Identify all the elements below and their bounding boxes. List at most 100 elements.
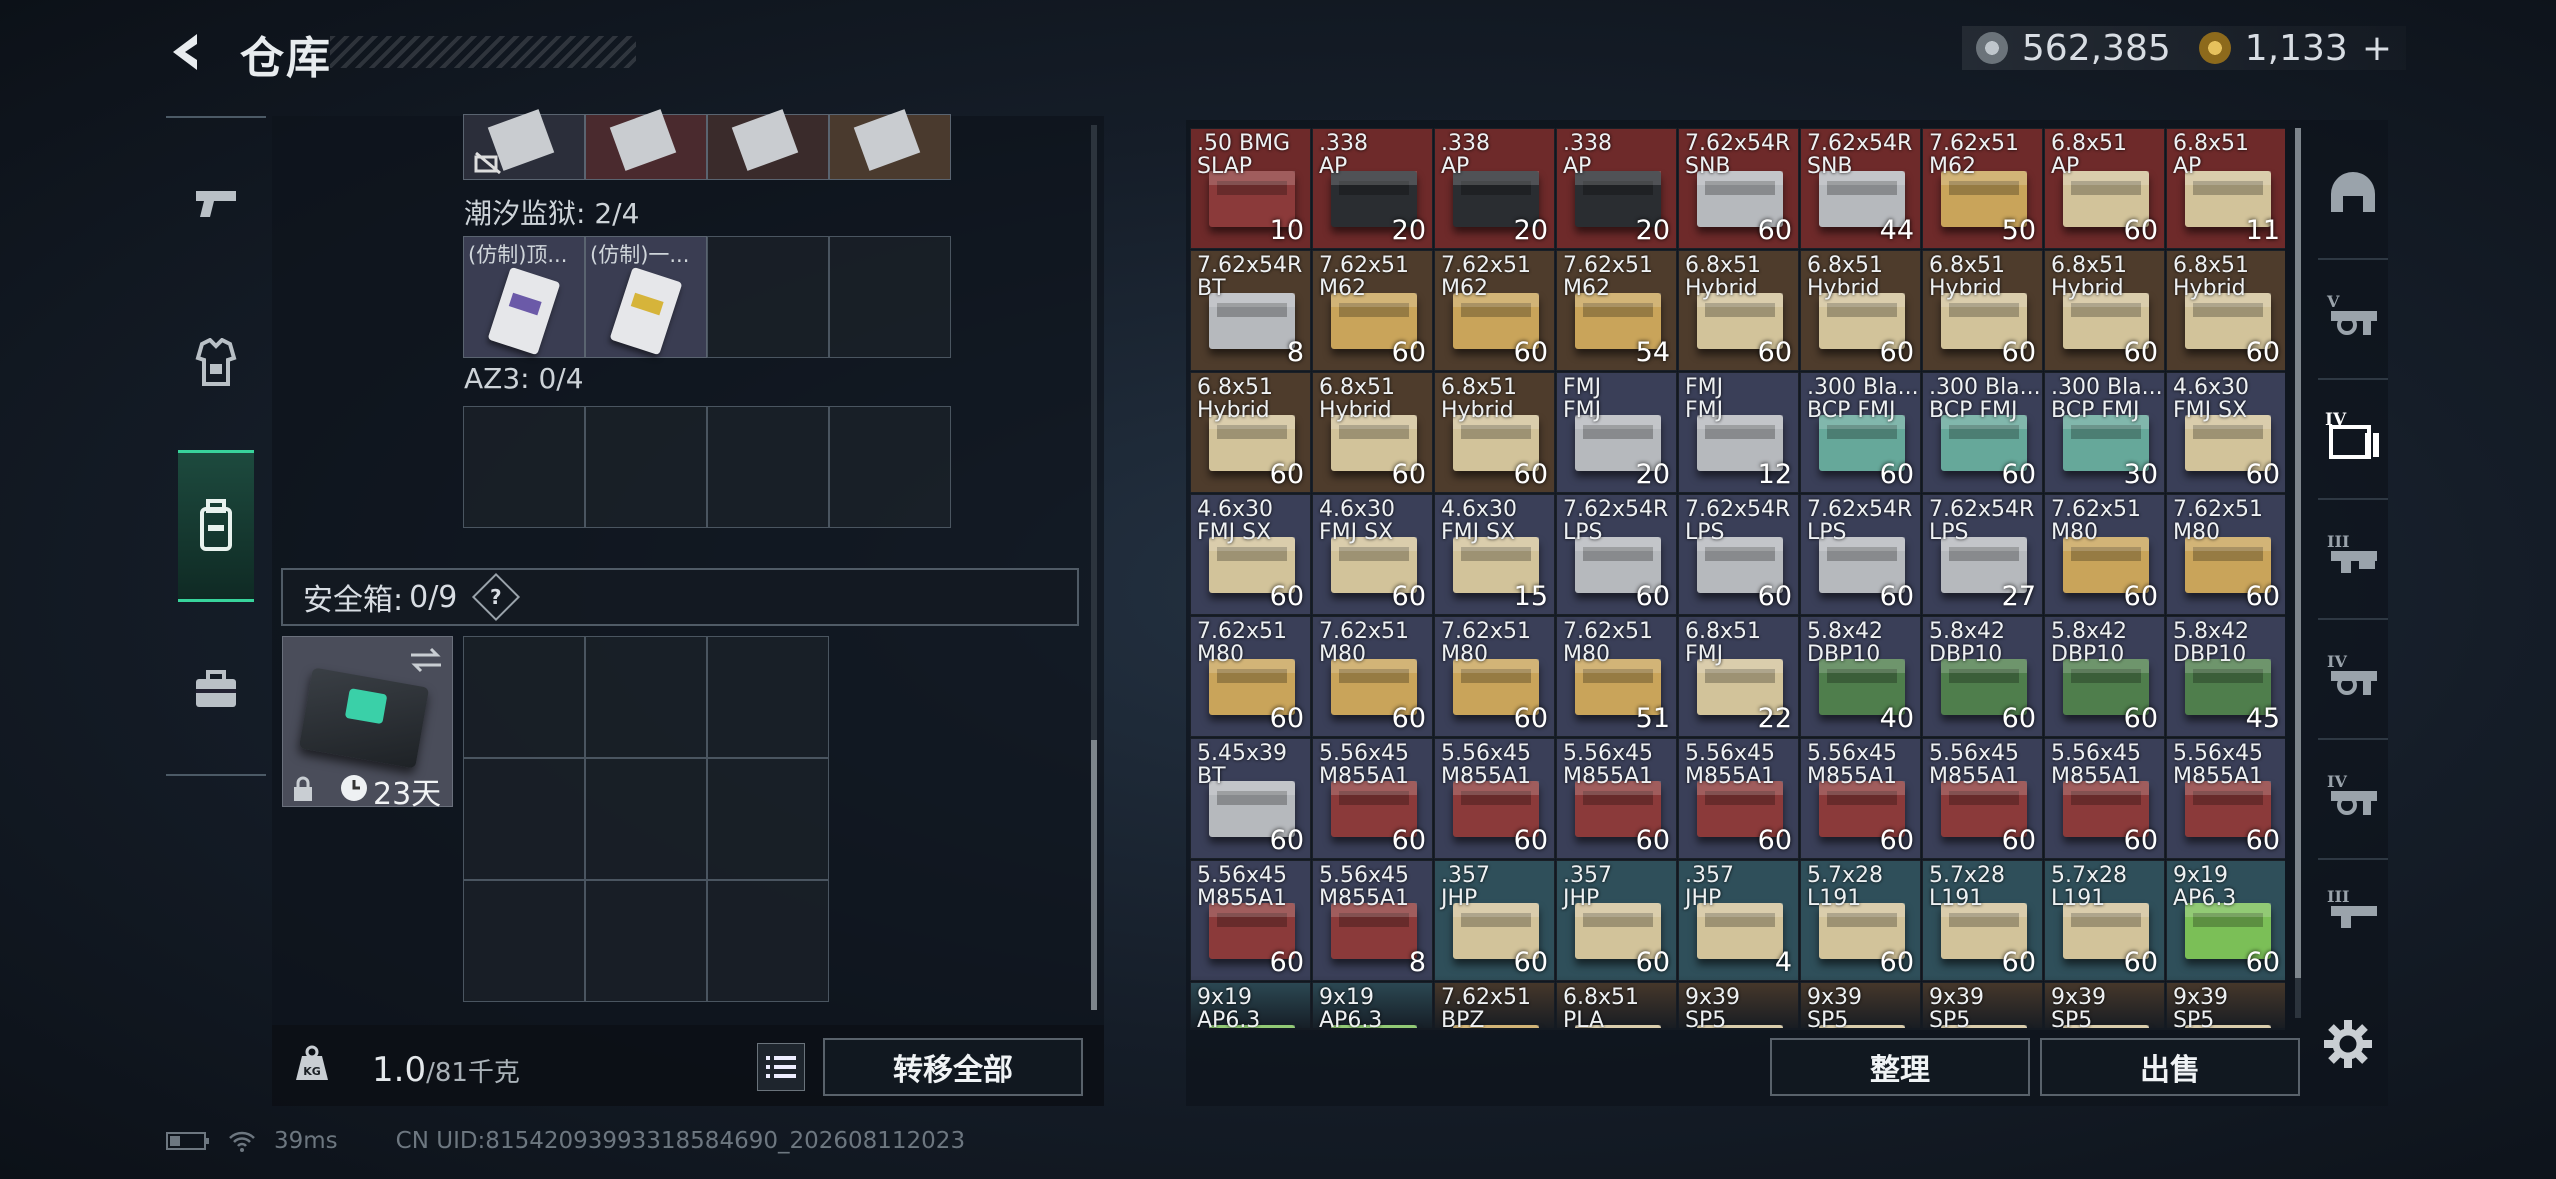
ammo-slot[interactable]: 6.8x51 Hybrid 60: [2166, 250, 2285, 371]
empty-slot[interactable]: [829, 236, 951, 358]
ammo-slot[interactable]: 5.45x39 BT 60: [1190, 738, 1311, 859]
ammo-slot[interactable]: .357 JHP 4: [1678, 860, 1799, 981]
ammo-slot[interactable]: 6.8x51 Hybrid 60: [1922, 250, 2043, 371]
inventory-slot[interactable]: [585, 109, 707, 180]
ammo-slot[interactable]: .357 JHP 60: [1556, 860, 1677, 981]
ammo-slot[interactable]: 5.56x45 M855A1 60: [2166, 738, 2285, 859]
ammo-slot[interactable]: 7.62x54R LPS 60: [1556, 494, 1677, 615]
filter-rifle-v[interactable]: V: [2318, 258, 2388, 368]
empty-slot[interactable]: [585, 406, 707, 528]
safe-slot[interactable]: [585, 636, 707, 758]
safe-slot[interactable]: [463, 636, 585, 758]
list-view-button[interactable]: [757, 1043, 805, 1091]
ammo-slot[interactable]: 6.8x51 FMJ 22: [1678, 616, 1799, 737]
empty-slot[interactable]: [463, 406, 585, 528]
ammo-slot[interactable]: 4.6x30 FMJ SX 15: [1434, 494, 1555, 615]
ammo-slot[interactable]: 5.7x28 L191 60: [1800, 860, 1921, 981]
ammo-slot[interactable]: 9x19 AP6.3 60: [2166, 860, 2285, 981]
ammo-slot[interactable]: 5.8x42 DBP10 60: [2044, 616, 2165, 737]
ammo-slot[interactable]: 7.62x51 M62 60: [1434, 250, 1555, 371]
ammo-slot[interactable]: 6.8x51 Hybrid 60: [1434, 372, 1555, 493]
ammo-slot[interactable]: 5.56x45 M855A1 60: [1922, 738, 2043, 859]
ammo-slot[interactable]: 5.56x45 M855A1 60: [2044, 738, 2165, 859]
ammo-slot[interactable]: 7.62x54R SNB 44: [1800, 128, 1921, 249]
ammo-slot[interactable]: 6.8x51 Hybrid 60: [1678, 250, 1799, 371]
ammo-slot[interactable]: 5.56x45 M855A1 60: [1190, 860, 1311, 981]
safe-slot[interactable]: [707, 758, 829, 880]
help-button[interactable]: ?: [472, 572, 521, 622]
ammo-slot[interactable]: 7.62x51 M80 60: [2044, 494, 2165, 615]
filter-helmet[interactable]: [2318, 138, 2388, 248]
ammo-slot[interactable]: 6.8x51 AP 11: [2166, 128, 2285, 249]
inventory-slot-tidal-1[interactable]: (仿制)顶...: [463, 236, 585, 358]
ammo-slot[interactable]: .300 Bla... BCP FMJ 60: [1800, 372, 1921, 493]
ammo-slot[interactable]: 5.56x45 M855A1 60: [1556, 738, 1677, 859]
ammo-slot[interactable]: .300 Bla... BCP FMJ 60: [1922, 372, 2043, 493]
ammo-slot[interactable]: 7.62x54R LPS 60: [1678, 494, 1799, 615]
empty-slot[interactable]: [829, 406, 951, 528]
safe-slot[interactable]: [707, 636, 829, 758]
ammo-slot[interactable]: 7.62x51 M80 60: [1434, 616, 1555, 737]
rail-tab-armor[interactable]: [166, 288, 266, 438]
ammo-slot[interactable]: 5.7x28 L191 60: [2044, 860, 2165, 981]
ammo-slot[interactable]: .300 Bla... BCP FMJ 30: [2044, 372, 2165, 493]
settings-gear-icon[interactable]: [2320, 1016, 2376, 1072]
filter-rifle-iii-2[interactable]: III: [2318, 858, 2388, 958]
safe-slot[interactable]: [707, 880, 829, 1002]
inventory-slot[interactable]: [829, 109, 951, 180]
ammo-slot[interactable]: 7.62x51 M80 51: [1556, 616, 1677, 737]
ammo-slot[interactable]: 7.62x51 M62 50: [1922, 128, 2043, 249]
filter-rifle-iii[interactable]: III: [2318, 498, 2388, 608]
ammo-slot[interactable]: 6.8x51 Hybrid 60: [1800, 250, 1921, 371]
empty-slot[interactable]: [707, 236, 829, 358]
add-currency-button[interactable]: +: [2362, 28, 2392, 69]
ammo-slot[interactable]: 5.56x45 M855A1 60: [1678, 738, 1799, 859]
ammo-slot[interactable]: 7.62x54R LPS 60: [1800, 494, 1921, 615]
right-scrollbar-thumb[interactable]: [2295, 128, 2301, 978]
ammo-slot[interactable]: 5.56x45 M855A1 60: [1312, 738, 1433, 859]
back-button[interactable]: [165, 28, 213, 76]
ammo-slot[interactable]: .357 JHP 60: [1434, 860, 1555, 981]
sell-button[interactable]: 出售: [2040, 1038, 2300, 1096]
inventory-slot-tidal-2[interactable]: (仿制)一...: [585, 236, 707, 358]
ammo-slot[interactable]: .338 AP 20: [1556, 128, 1677, 249]
ammo-slot[interactable]: FMJ FMJ 20: [1556, 372, 1677, 493]
safe-slot[interactable]: [585, 758, 707, 880]
ammo-slot[interactable]: 7.62x51 M80 60: [1190, 616, 1311, 737]
safe-box-item[interactable]: 23天: [282, 636, 453, 812]
ammo-slot[interactable]: FMJ FMJ 12: [1678, 372, 1799, 493]
ammo-slot[interactable]: 5.8x42 DBP10 40: [1800, 616, 1921, 737]
ammo-slot[interactable]: 7.62x51 M80 60: [2166, 494, 2285, 615]
ammo-slot[interactable]: 7.62x51 M80 60: [1312, 616, 1433, 737]
ammo-slot[interactable]: .338 AP 20: [1434, 128, 1555, 249]
ammo-slot[interactable]: 6.8x51 Hybrid 60: [1312, 372, 1433, 493]
ammo-slot[interactable]: .50 BMG SLAP 10: [1190, 128, 1311, 249]
ammo-slot[interactable]: 5.8x42 DBP10 60: [1922, 616, 2043, 737]
filter-rifle-iv-2[interactable]: IV: [2318, 618, 2388, 728]
ammo-slot[interactable]: 5.56x45 M855A1 60: [1800, 738, 1921, 859]
filter-rifle-iv-3[interactable]: IV: [2318, 738, 2388, 848]
ammo-slot[interactable]: 5.8x42 DBP10 45: [2166, 616, 2285, 737]
ammo-slot[interactable]: 4.6x30 FMJ SX 60: [2166, 372, 2285, 493]
ammo-slot[interactable]: .338 AP 20: [1312, 128, 1433, 249]
inventory-slot[interactable]: [707, 109, 829, 180]
ammo-slot[interactable]: 7.62x51 M62 60: [1312, 250, 1433, 371]
safe-slot[interactable]: [463, 758, 585, 880]
ammo-slot[interactable]: 5.56x45 M855A1 60: [1434, 738, 1555, 859]
left-scrollbar-thumb[interactable]: [1091, 740, 1097, 1010]
organize-button[interactable]: 整理: [1770, 1038, 2030, 1096]
rail-tab-weapons[interactable]: [166, 128, 266, 278]
ammo-slot[interactable]: 6.8x51 AP 60: [2044, 128, 2165, 249]
ammo-slot[interactable]: 6.8x51 Hybrid 60: [1190, 372, 1311, 493]
empty-slot[interactable]: [707, 406, 829, 528]
ammo-slot[interactable]: 7.62x54R LPS 27: [1922, 494, 2043, 615]
ammo-slot[interactable]: 4.6x30 FMJ SX 60: [1190, 494, 1311, 615]
ammo-slot[interactable]: 5.56x45 M855A1 8: [1312, 860, 1433, 981]
rail-tab-storage[interactable]: [178, 450, 254, 602]
ammo-slot[interactable]: 5.7x28 L191 60: [1922, 860, 2043, 981]
ammo-slot[interactable]: 7.62x51 M62 54: [1556, 250, 1677, 371]
transfer-all-button[interactable]: 转移全部: [823, 1038, 1083, 1096]
ammo-slot[interactable]: 7.62x54R SNB 60: [1678, 128, 1799, 249]
inventory-slot[interactable]: [463, 109, 585, 180]
safe-slot[interactable]: [463, 880, 585, 1002]
